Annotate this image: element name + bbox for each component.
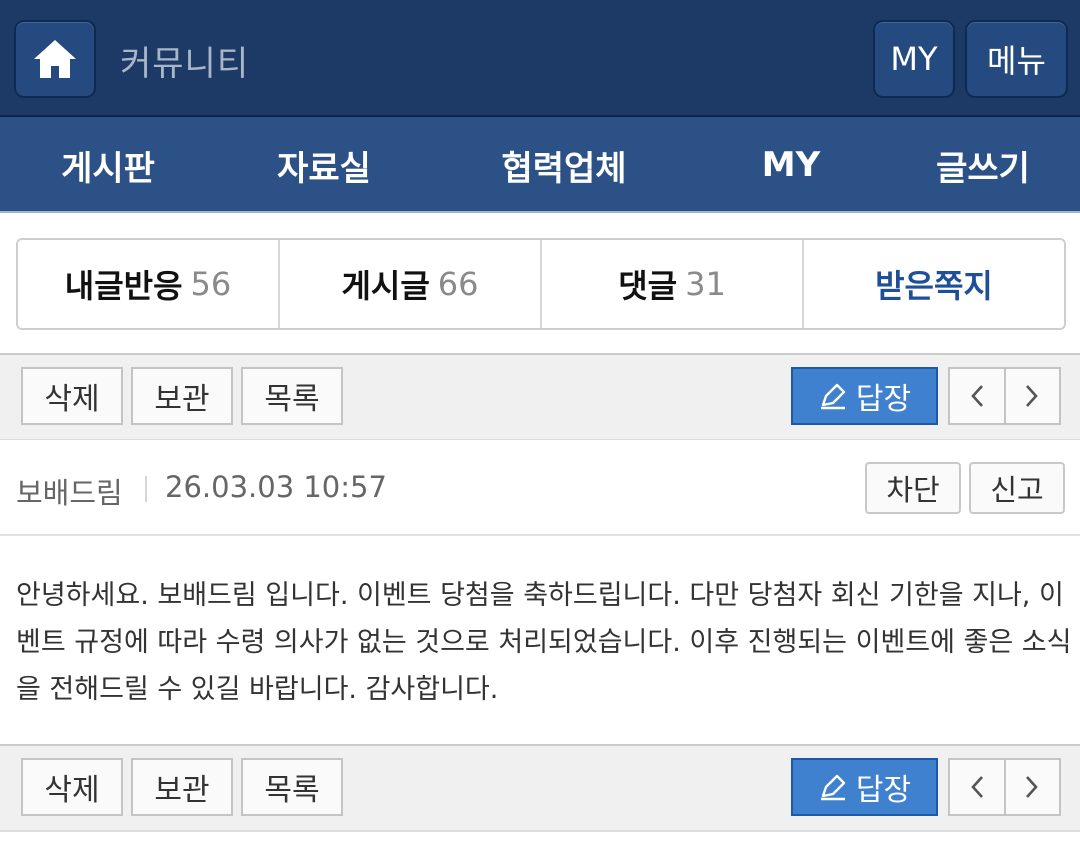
home-icon xyxy=(34,40,76,78)
tab-label: 게시글 xyxy=(341,267,430,305)
tab-count: 31 xyxy=(685,265,726,303)
chevron-right-icon xyxy=(1026,385,1038,407)
my-button[interactable]: MY xyxy=(873,20,955,98)
tab-received-messages[interactable]: 받은쪽지 xyxy=(804,240,1064,328)
prev-button[interactable] xyxy=(950,760,1006,814)
block-button[interactable]: 차단 xyxy=(865,462,961,514)
nav-item-my[interactable]: MY xyxy=(696,117,886,213)
author-name: 보배드림 xyxy=(16,476,123,510)
main-nav: 게시판 자료실 협력업체 MY 글쓰기 xyxy=(0,117,1080,213)
message-datetime: 26.03.03 10:57 xyxy=(165,470,387,504)
delete-button[interactable]: 삭제 xyxy=(21,367,123,425)
delete-button[interactable]: 삭제 xyxy=(21,758,123,816)
app-header: 커뮤니티 MY 메뉴 xyxy=(0,0,1080,117)
message-meta: 보배드림 26.03.03 10:57 차단 신고 xyxy=(0,440,1080,536)
nav-item-board[interactable]: 게시판 xyxy=(0,117,216,213)
nav-item-write[interactable]: 글쓰기 xyxy=(886,117,1080,213)
reply-label: 답장 xyxy=(855,773,912,808)
tab-reactions[interactable]: 내글반응 56 xyxy=(18,240,280,328)
nav-item-archive[interactable]: 자료실 xyxy=(216,117,432,213)
reply-label: 답장 xyxy=(855,382,912,417)
chevron-left-icon xyxy=(971,776,983,798)
tab-label: 댓글 xyxy=(618,267,678,305)
tab-count: 66 xyxy=(437,265,479,303)
tab-comments[interactable]: 댓글 31 xyxy=(542,240,804,328)
meta-divider xyxy=(145,476,147,502)
chevron-left-icon xyxy=(971,385,983,407)
page-title: 커뮤니티 xyxy=(120,44,250,84)
pencil-icon xyxy=(820,383,846,410)
chevron-right-icon xyxy=(1026,776,1038,798)
next-button[interactable] xyxy=(1006,760,1060,814)
list-button[interactable]: 목록 xyxy=(241,367,343,425)
archive-button[interactable]: 보관 xyxy=(131,367,233,425)
tab-posts[interactable]: 게시글 66 xyxy=(280,240,542,328)
reply-button[interactable]: 답장 xyxy=(791,367,938,425)
report-button[interactable]: 신고 xyxy=(969,462,1065,514)
tab-count: 56 xyxy=(190,265,232,303)
archive-button[interactable]: 보관 xyxy=(131,758,233,816)
prev-button[interactable] xyxy=(950,369,1006,423)
top-toolbar: 삭제 보관 목록 답장 xyxy=(0,353,1080,441)
list-button[interactable]: 목록 xyxy=(241,758,343,816)
pencil-icon xyxy=(820,774,846,801)
menu-button[interactable]: 메뉴 xyxy=(965,20,1068,98)
tab-label: 받은쪽지 xyxy=(875,267,993,305)
pager xyxy=(948,758,1061,816)
reply-button[interactable]: 답장 xyxy=(791,758,938,816)
nav-item-partners[interactable]: 협력업체 xyxy=(432,117,696,213)
mypage-tabs: 내글반응 56 게시글 66 댓글 31 받은쪽지 xyxy=(16,238,1066,330)
tab-label: 내글반응 xyxy=(64,267,183,305)
bottom-toolbar: 삭제 보관 목록 답장 xyxy=(0,744,1080,832)
message-body: 안녕하세요. 보배드림 입니다. 이벤트 당첨을 축하드립니다. 다만 당첨자 … xyxy=(16,580,1072,705)
next-button[interactable] xyxy=(1006,369,1060,423)
pager xyxy=(948,367,1061,425)
home-button[interactable] xyxy=(14,20,96,98)
